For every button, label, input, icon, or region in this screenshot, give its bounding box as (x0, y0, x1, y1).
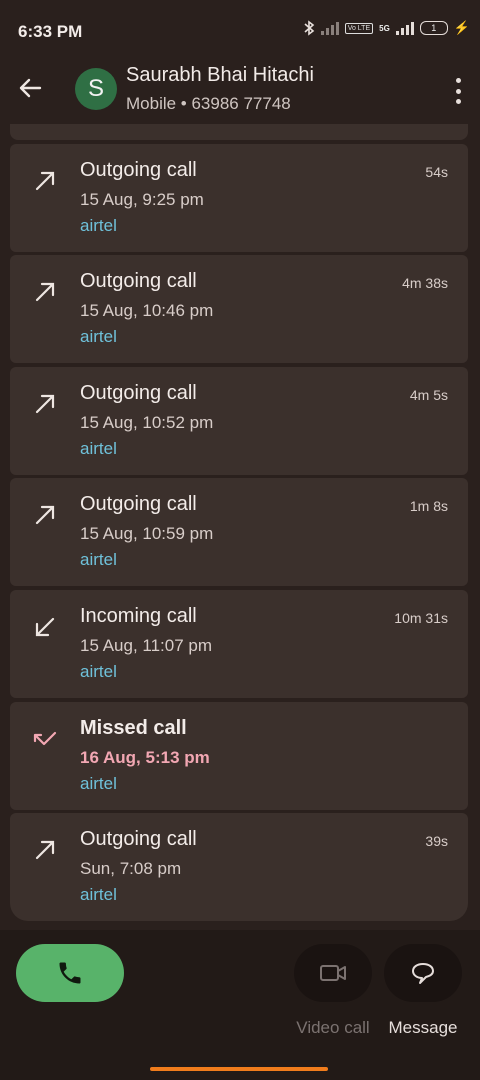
action-bar: Video call Message (0, 930, 480, 1080)
call-duration: 39s (425, 833, 448, 849)
call-network: airtel (80, 327, 117, 346)
call-datetime: 16 Aug, 5:13 pm (80, 748, 210, 767)
status-bar: 6:33 PM Vo LTE 5G 1 ⚡ (0, 0, 480, 60)
call-history-list[interactable]: Outgoing call 15 Aug, 9:25 pm airtel 54s… (10, 124, 468, 922)
call-network: airtel (80, 216, 117, 235)
call-network: airtel (80, 662, 117, 681)
call-duration: 1m 8s (409, 498, 448, 514)
video-call-label[interactable]: Video call (294, 1018, 372, 1038)
status-time: 6:33 PM (18, 22, 83, 41)
incoming-call-icon (35, 617, 55, 637)
outgoing-call-icon (35, 171, 55, 191)
video-call-button[interactable] (294, 944, 372, 1002)
battery-level: 1 (431, 23, 437, 33)
call-datetime: 15 Aug, 11:07 pm (80, 636, 213, 655)
contact-name: Saurabh Bhai Hitachi (126, 64, 314, 86)
signal-5g-icon: 5G (379, 23, 390, 33)
outgoing-call-icon (35, 505, 55, 525)
call-datetime: 15 Aug, 10:59 pm (80, 524, 214, 543)
phone-icon (59, 962, 81, 984)
call-log-item[interactable]: Missed call 16 Aug, 5:13 pm airtel (10, 702, 468, 810)
call-log-item[interactable]: Outgoing call 15 Aug, 10:59 pm airtel 1m… (10, 478, 468, 586)
call-button[interactable] (16, 944, 124, 1002)
contact-number: Mobile • 63986 77748 (126, 94, 291, 113)
call-network: airtel (80, 439, 117, 458)
call-type: Missed call (80, 717, 187, 739)
contact-header: S Saurabh Bhai Hitachi Mobile • 63986 77… (0, 60, 480, 124)
missed-call-icon (33, 731, 57, 746)
call-type: Outgoing call (80, 270, 197, 292)
call-datetime: 15 Aug, 9:25 pm (80, 190, 204, 209)
call-datetime: 15 Aug, 10:46 pm (80, 301, 214, 320)
avatar[interactable]: S (75, 68, 117, 110)
call-log-item[interactable]: Outgoing call 15 Aug, 10:46 pm airtel 4m… (10, 255, 468, 363)
call-log-item[interactable]: Outgoing call 15 Aug, 9:25 pm airtel 54s (10, 144, 468, 252)
message-button[interactable] (384, 944, 462, 1002)
call-network: airtel (80, 550, 117, 569)
call-type: Outgoing call (80, 493, 197, 515)
bluetooth-icon (304, 20, 314, 36)
call-duration: 54s (425, 164, 448, 180)
call-duration: 4m 38s (402, 275, 448, 291)
outgoing-call-icon (35, 282, 55, 302)
outgoing-call-icon (35, 394, 55, 414)
call-type: Outgoing call (80, 382, 197, 404)
signal-5g-bars-icon (395, 21, 414, 35)
call-network: airtel (80, 885, 117, 904)
list-item-partial (10, 124, 468, 140)
call-network: airtel (80, 774, 117, 793)
call-log-item[interactable]: Outgoing call 15 Aug, 10:52 pm airtel 4m… (10, 367, 468, 475)
outgoing-call-icon (35, 840, 55, 860)
arrow-back-icon[interactable] (14, 72, 46, 104)
videocam-icon (320, 965, 346, 981)
call-type: Outgoing call (80, 159, 197, 181)
volte-icon: Vo LTE (344, 22, 374, 34)
message-bubble-icon (412, 963, 434, 984)
battery-icon: 1 (419, 21, 448, 35)
home-indicator[interactable] (150, 1067, 328, 1071)
call-datetime: Sun, 7:08 pm (80, 859, 182, 878)
call-duration: 10m 31s (394, 610, 448, 626)
call-type: Incoming call (80, 605, 197, 627)
message-label[interactable]: Message (384, 1018, 462, 1038)
more-vert-icon[interactable] (446, 76, 470, 106)
call-type: Outgoing call (80, 828, 197, 850)
charging-icon: ⚡ (453, 20, 470, 35)
call-duration: 4m 5s (409, 387, 448, 403)
call-datetime: 15 Aug, 10:52 pm (80, 413, 214, 432)
signal-icon (320, 21, 339, 35)
call-log-item[interactable]: Incoming call 15 Aug, 11:07 pm airtel 10… (10, 590, 468, 698)
call-log-item[interactable]: Outgoing call Sun, 7:08 pm airtel 39s (10, 813, 468, 921)
status-icons: Vo LTE 5G 1 ⚡ (303, 20, 470, 36)
